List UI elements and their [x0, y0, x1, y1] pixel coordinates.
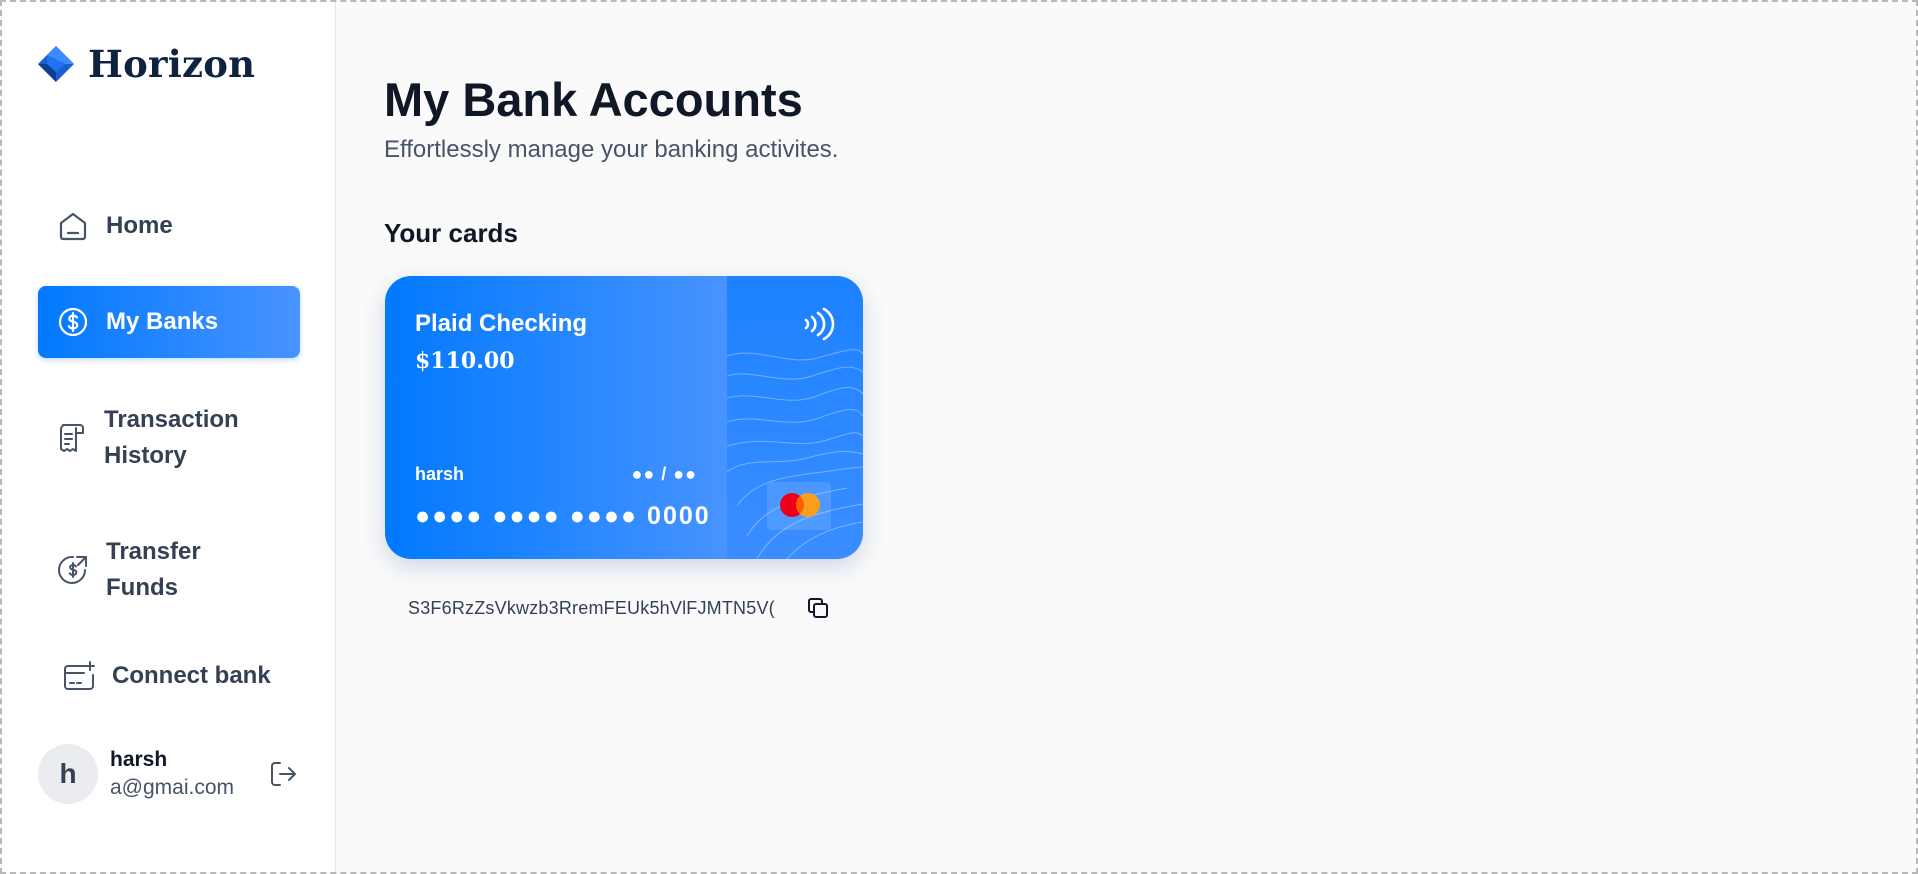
app-window: Horizon Home My Banks Transaction Histor…	[0, 0, 1918, 874]
page-title: My Bank Accounts	[384, 73, 803, 126]
avatar[interactable]: h	[38, 744, 98, 804]
section-title: Your cards	[384, 218, 518, 248]
bank-card[interactable]: Plaid Checking $110.00 harsh ●● / ●● ●●●…	[385, 276, 863, 559]
user-profile: h harsh a@gmai.com	[38, 744, 300, 804]
sidebar-item-label: Transfer Funds	[106, 538, 201, 601]
logout-icon[interactable]	[266, 757, 300, 791]
sidebar-item-label: My Banks	[106, 308, 219, 335]
brand[interactable]: Horizon	[36, 42, 255, 86]
sharable-id: S3F6RzZsVkwzb3RremFEUk5hVlFJMTN5V(	[408, 597, 775, 618]
main-content: My Bank Accounts Effortlessly manage you…	[336, 2, 1916, 872]
user-info: harsh a@gmai.com	[110, 746, 254, 802]
mastercard-logo-icon	[780, 493, 820, 517]
money-send-icon	[56, 553, 90, 587]
sidebar-item-home[interactable]: Home	[38, 202, 300, 250]
card-expiry: ●● / ●●	[631, 464, 697, 484]
sidebar-item-transaction-history[interactable]: Transaction History	[38, 398, 300, 478]
card-holder-name: harsh	[415, 464, 465, 484]
sidebar-item-label: Home	[106, 212, 173, 239]
sidebar-item-label: Connect bank	[112, 662, 271, 689]
user-email: a@gmai.com	[110, 776, 235, 799]
home-icon	[56, 209, 90, 243]
sidebar-item-label: Transaction History	[104, 406, 239, 469]
horizon-logo-icon	[38, 46, 74, 82]
card-number: ●●●● ●●●● ●●●● 0000	[415, 502, 711, 530]
dollar-circle-icon	[56, 305, 90, 339]
sidebar-item-transfer-funds[interactable]: Transfer Funds	[38, 530, 300, 610]
card-body: Plaid Checking $110.00 harsh ●● / ●● ●●●…	[385, 276, 727, 559]
sidebar-item-my-banks[interactable]: My Banks	[38, 286, 300, 358]
copy-icon[interactable]	[806, 596, 830, 620]
contactless-icon	[804, 307, 835, 341]
brand-name: Horizon	[88, 42, 256, 86]
receipt-icon	[54, 421, 88, 455]
page-subtitle: Effortlessly manage your banking activit…	[384, 136, 839, 163]
card-balance: $110.00	[415, 348, 515, 374]
sidebar: Horizon Home My Banks Transaction Histor…	[2, 2, 336, 872]
sharable-id-row: S3F6RzZsVkwzb3RremFEUk5hVlFJMTN5V(	[408, 596, 830, 620]
card-bank-name: Plaid Checking	[415, 310, 588, 337]
user-name: harsh	[110, 748, 168, 771]
card-add-icon	[62, 659, 96, 693]
sidebar-item-connect-bank[interactable]: Connect bank	[38, 652, 300, 700]
card-side-panel	[727, 276, 863, 559]
